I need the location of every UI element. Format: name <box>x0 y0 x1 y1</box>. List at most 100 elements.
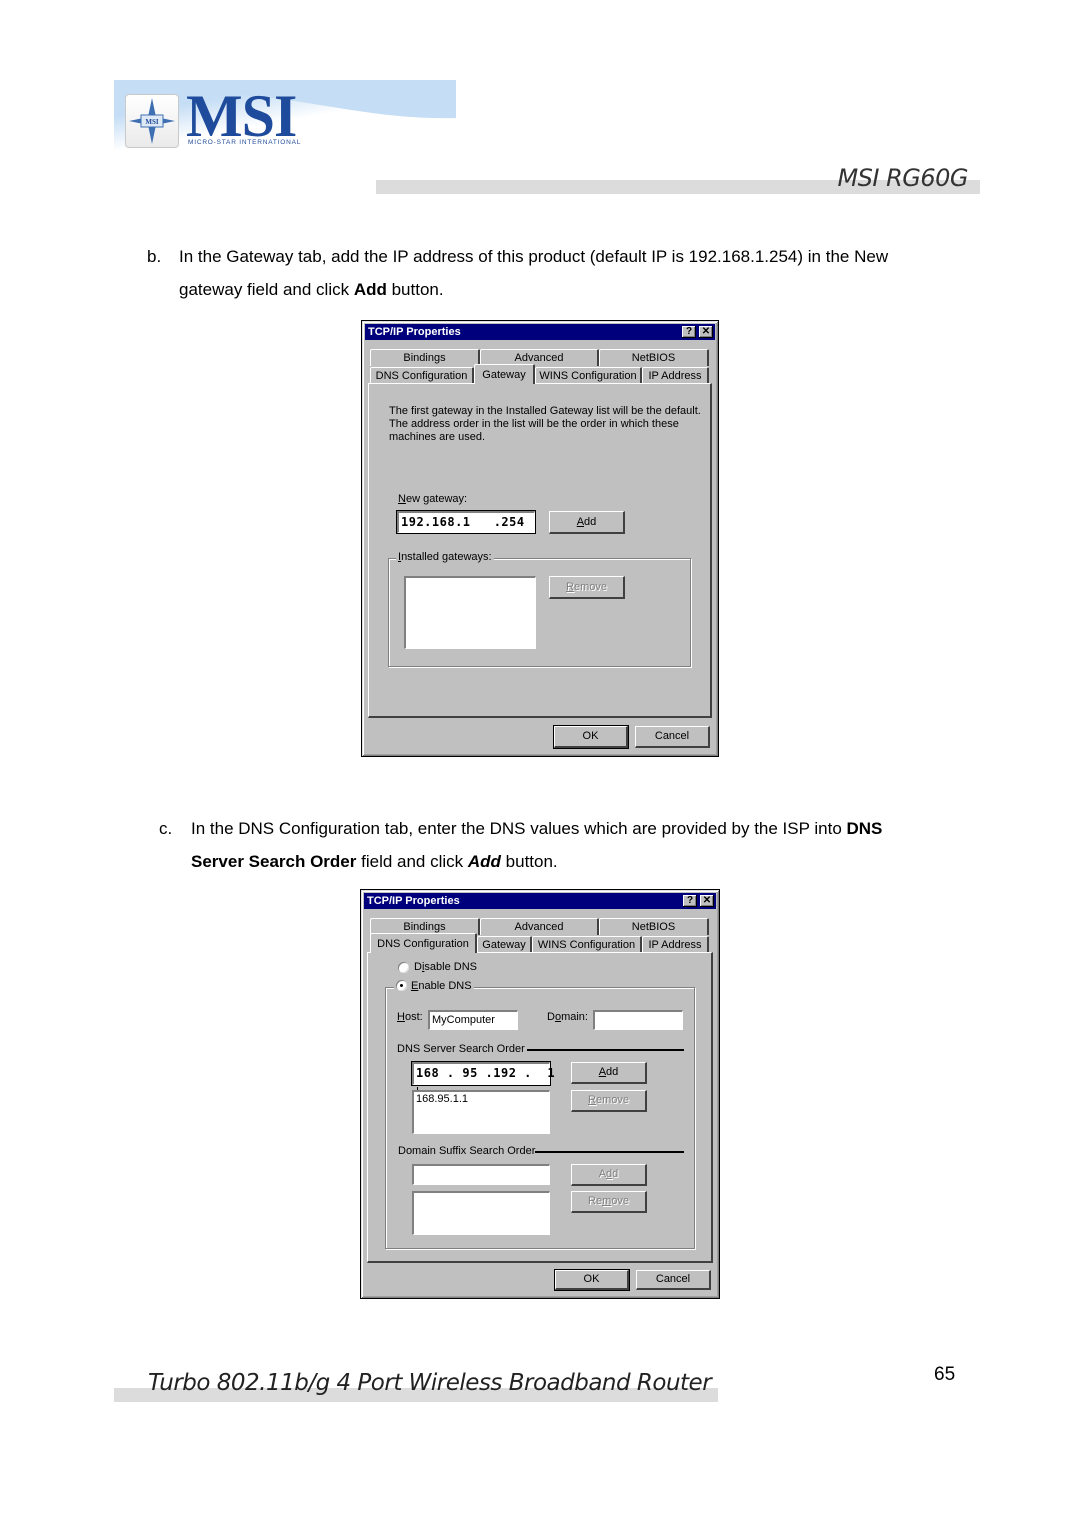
enable-dns-option[interactable]: Enable DNS <box>394 980 474 992</box>
dns-server-ip-input[interactable]: 168 . 95 .192 . 1 <box>411 1061 555 1099</box>
bold-text: DNS <box>846 819 883 838</box>
tab-label: NetBIOS <box>631 921 676 933</box>
footer-product-name: Turbo 802.11b/g 4 Port Wireless Broadban… <box>148 1370 712 1396</box>
enable-dns-radio[interactable] <box>396 980 407 991</box>
compass-star-icon: MSI <box>129 98 175 144</box>
dns-server-list[interactable]: 168.95.1.1 <box>412 1090 550 1134</box>
host-input[interactable]: MyComputer <box>428 1010 518 1030</box>
help-icon: ? <box>685 326 693 337</box>
domain-input[interactable] <box>593 1010 683 1030</box>
button-label: d <box>612 1168 619 1180</box>
tab-bindings[interactable]: Bindings <box>370 349 480 366</box>
help-button[interactable]: ? <box>682 326 696 338</box>
add-dns-server-button[interactable]: Add <box>571 1062 647 1084</box>
tab-label: WINS Configuration <box>537 939 636 951</box>
close-button[interactable]: ✕ <box>700 895 714 907</box>
new-gateway-ip-input[interactable]: 192.168.1 .254 <box>396 510 536 534</box>
logo-subtitle: MICRO-STAR INTERNATIONAL <box>188 139 302 146</box>
step-b-paragraph: b. In the Gateway tab, add the IP address… <box>147 240 966 306</box>
label-text: ew gateway: <box>405 493 468 505</box>
step-marker: b. <box>147 247 162 266</box>
accelerator-key: N <box>398 493 406 505</box>
add-gateway-button[interactable]: Add <box>549 511 625 534</box>
domain-label: Domain: <box>547 1011 588 1023</box>
add-domain-suffix-button[interactable]: Add <box>571 1164 647 1186</box>
input-value: 192.168.1 .254 <box>401 515 525 529</box>
cancel-button[interactable]: Cancel <box>636 1270 711 1290</box>
accelerator-key: R <box>566 581 574 593</box>
domain-suffix-list[interactable] <box>412 1191 550 1235</box>
button-label: OK <box>582 730 599 742</box>
button-label: dd <box>584 516 597 528</box>
button-label: Cancel <box>655 1273 691 1285</box>
tab-label: IP Address <box>648 370 702 382</box>
disable-dns-label[interactable]: Disable DNS <box>414 961 477 973</box>
remove-dns-server-button[interactable]: Remove <box>571 1090 647 1112</box>
separator-line <box>535 1151 684 1153</box>
accelerator-key: H <box>397 1011 405 1023</box>
remove-gateway-button[interactable]: Remove <box>549 576 625 599</box>
accelerator-key: m <box>602 1195 612 1207</box>
logo-wordmark: MSI <box>186 83 297 149</box>
tab-advanced[interactable]: Advanced <box>480 918 599 935</box>
tab-label: DNS Configuration <box>377 938 469 950</box>
info-line: machines are used. <box>389 431 485 443</box>
tab-label: Advanced <box>514 921 564 933</box>
dns-server-search-order-label: DNS Server Search Order <box>397 1043 525 1055</box>
accelerator-key: R <box>588 1094 596 1106</box>
text-run: button. <box>386 280 444 299</box>
button-label: emove <box>573 581 607 593</box>
logo-badge-text: MSI <box>145 118 159 126</box>
help-icon: ? <box>686 895 694 906</box>
ok-button[interactable]: OK <box>554 1269 630 1291</box>
tab-label: DNS Configuration <box>375 370 468 382</box>
close-button[interactable]: ✕ <box>699 326 713 338</box>
tab-gateway[interactable]: Gateway <box>477 936 532 953</box>
label-text: main: <box>561 1011 588 1023</box>
tab-netbios[interactable]: NetBIOS <box>599 349 709 366</box>
tab-wins-configuration[interactable]: WINS Configuration <box>532 936 642 953</box>
tab-gateway[interactable]: Gateway <box>474 364 535 384</box>
button-label: Re <box>588 1195 603 1207</box>
ok-button[interactable]: OK <box>553 725 629 749</box>
button-label: Cancel <box>654 730 690 742</box>
tab-label: WINS Configuration <box>539 370 637 382</box>
tab-netbios[interactable]: NetBIOS <box>599 918 709 935</box>
button-label: OK <box>583 1273 600 1285</box>
dns-server-list-item[interactable]: 168.95.1.1 <box>416 1092 549 1106</box>
installed-gateways-list[interactable] <box>404 576 536 649</box>
text-run: button. <box>500 852 558 871</box>
tab-label: Advanced <box>514 352 564 364</box>
tab-ip-address[interactable]: IP Address <box>642 367 709 384</box>
domain-suffix-search-order-label: Domain Suffix Search Order <box>398 1145 536 1157</box>
tab-panel-dns: Disable DNS Enable DNS Host: MyComputer … <box>367 952 713 1263</box>
info-line: The first gateway in the Installed Gatew… <box>389 405 701 417</box>
step-text: In the Gateway tab, add the IP address o… <box>179 247 889 266</box>
help-button[interactable]: ? <box>683 895 697 907</box>
input-value: MyComputer <box>432 1014 495 1026</box>
tab-label: Gateway <box>482 369 526 381</box>
host-label: Host: <box>397 1011 423 1023</box>
product-title: MSI RG60G <box>837 164 968 192</box>
disable-dns-radio[interactable] <box>398 962 409 973</box>
tab-dns-configuration[interactable]: DNS Configuration <box>370 933 477 953</box>
button-label: ove <box>611 1195 629 1207</box>
separator-line <box>527 1049 684 1051</box>
step-c-paragraph: c. In the DNS Configuration tab, enter th… <box>159 812 966 878</box>
tab-wins-configuration[interactable]: WINS Configuration <box>535 367 642 384</box>
text-run: gateway field and click <box>179 280 354 299</box>
remove-domain-suffix-button[interactable]: Remove <box>571 1191 647 1213</box>
cancel-button[interactable]: Cancel <box>635 726 710 748</box>
accelerator-key: A <box>598 1066 607 1078</box>
step-text-line2: gateway field and click Add button. <box>147 273 966 306</box>
tab-ip-address[interactable]: IP Address <box>642 936 709 953</box>
dialog-title: TCP/IP Properties <box>368 326 461 338</box>
input-value: 168 . 95 .192 . 1 <box>416 1066 556 1080</box>
dialog-title: TCP/IP Properties <box>367 895 460 907</box>
bold-italic-text: Add <box>467 852 501 871</box>
domain-suffix-input[interactable] <box>412 1164 550 1185</box>
tab-label: Bindings <box>403 352 446 364</box>
gateway-info-text: The first gateway in the Installed Gatew… <box>389 405 701 444</box>
tab-dns-configuration[interactable]: DNS Configuration <box>370 367 474 384</box>
page-number: 65 <box>934 1364 956 1385</box>
